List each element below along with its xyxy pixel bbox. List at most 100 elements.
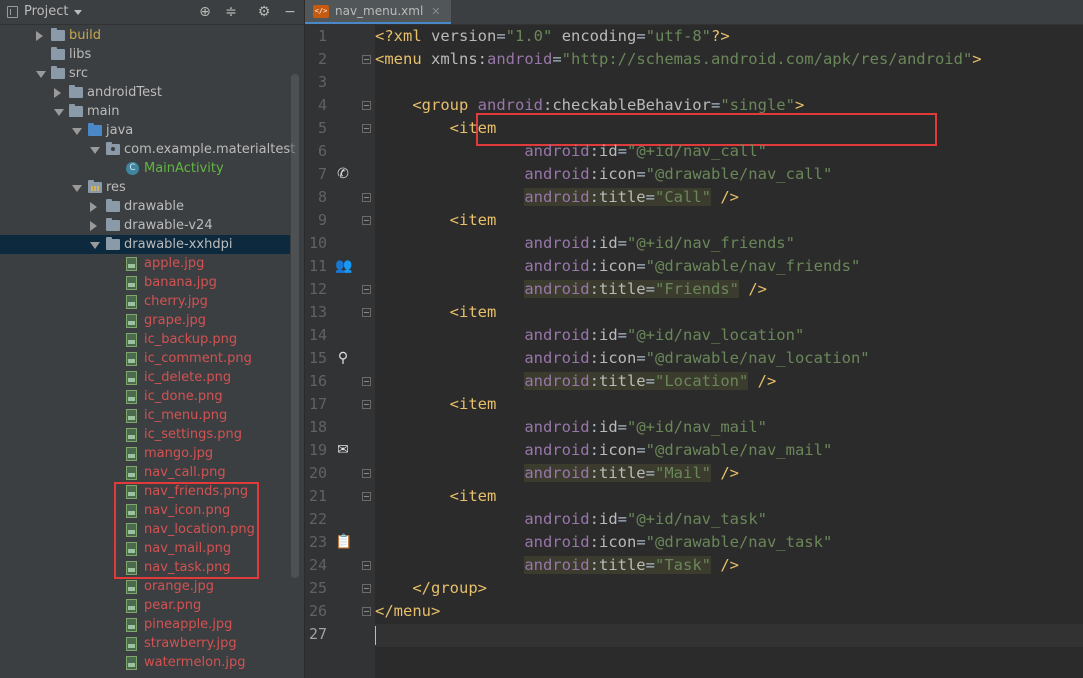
tree-item[interactable]: res: [0, 178, 290, 197]
fold-marker-icon[interactable]: [362, 308, 371, 317]
code-token: id: [598, 142, 618, 160]
line-number: 4: [317, 96, 327, 114]
folder-icon: [106, 218, 120, 231]
line-number: 22: [308, 510, 327, 528]
line-number: 18: [308, 418, 327, 436]
project-view-selector[interactable]: Project: [7, 0, 83, 24]
editor-gutter: 1 2 3 4 5 6 7 ✆ 8 9 10 11 👥 12 13 14 15 ⚲ 16 17 18 19 ✉ 20 21 22 2…: [305, 25, 375, 678]
code-token: :: [589, 418, 599, 436]
tree-item[interactable]: pineapple.jpg: [0, 615, 290, 634]
tree-item[interactable]: ic_delete.png: [0, 368, 290, 387]
close-icon[interactable]: ✕: [431, 5, 440, 18]
tree-item[interactable]: drawable-v24: [0, 216, 290, 235]
hide-icon[interactable]: −: [281, 3, 299, 21]
fold-marker-icon[interactable]: [362, 55, 371, 64]
chevron-down-icon: [74, 9, 83, 15]
tree-item[interactable]: ic_backup.png: [0, 330, 290, 349]
tree-item[interactable]: androidTest: [0, 83, 290, 102]
fold-marker-icon[interactable]: [362, 193, 371, 202]
tree-item-label: ic_settings.png: [144, 427, 242, 442]
fold-marker-icon[interactable]: [362, 492, 371, 501]
code-token: android: [524, 533, 590, 551]
fold-marker-icon[interactable]: [362, 124, 371, 133]
tree-item[interactable]: nav_call.png: [0, 463, 290, 482]
code-area[interactable]: <?xml version="1.0" encoding="utf-8"?> <m…: [375, 25, 1083, 678]
tree-item[interactable]: orange.jpg: [0, 577, 290, 596]
tree-item[interactable]: src: [0, 64, 290, 83]
fold-marker-icon[interactable]: [362, 285, 371, 294]
tree-item-label: orange.jpg: [144, 579, 215, 594]
code-token: =: [710, 96, 721, 114]
tree-item-label: src: [69, 66, 88, 81]
code-line: android:icon="@drawable/nav_call": [375, 163, 832, 186]
tree-item[interactable]: pear.png: [0, 596, 290, 615]
code-token: "@drawable/nav_call": [645, 165, 833, 183]
fold-marker-icon[interactable]: [362, 216, 371, 225]
tree-item[interactable]: drawable: [0, 197, 290, 216]
expanded-arrow-icon[interactable]: [36, 71, 46, 78]
image-file-icon: [126, 371, 137, 385]
tree-item[interactable]: ic_menu.png: [0, 406, 290, 425]
tab-nav-menu-xml[interactable]: </> nav_menu.xml ✕: [305, 0, 451, 24]
code-line: android:icon="@drawable/nav_task": [375, 531, 832, 554]
tree-item[interactable]: libs: [0, 45, 290, 64]
collapse-icon[interactable]: ≑: [222, 3, 240, 21]
fold-marker-icon[interactable]: [362, 584, 371, 593]
gear-icon[interactable]: ⚙: [255, 3, 273, 21]
code-token: id: [598, 234, 618, 252]
line-number: 11: [308, 257, 327, 275]
folder-icon: [106, 199, 120, 212]
expanded-arrow-icon[interactable]: [72, 128, 82, 135]
tree-item[interactable]: mango.jpg: [0, 444, 290, 463]
fold-marker-icon[interactable]: [362, 377, 371, 386]
collapsed-arrow-icon[interactable]: [90, 202, 97, 212]
tree-item[interactable]: build: [0, 26, 290, 45]
location-pin-icon[interactable]: ⚲: [335, 350, 351, 366]
tree-item[interactable]: drawable-xxhdpi: [0, 235, 290, 254]
fold-marker-icon[interactable]: [362, 607, 371, 616]
fold-marker-icon[interactable]: [362, 561, 371, 570]
tree-item[interactable]: cherry.jpg: [0, 292, 290, 311]
fold-marker-icon[interactable]: [362, 400, 371, 409]
code-token: "@drawable/nav_friends": [645, 257, 861, 275]
collapsed-arrow-icon[interactable]: [54, 88, 61, 98]
class-icon: C: [126, 162, 139, 175]
code-token: "@drawable/nav_location": [645, 349, 870, 367]
tree-item-label: main: [87, 104, 120, 119]
tree-item[interactable]: grape.jpg: [0, 311, 290, 330]
tree-item[interactable]: java: [0, 121, 290, 140]
tree-item[interactable]: watermelon.jpg: [0, 653, 290, 672]
expanded-arrow-icon[interactable]: [90, 147, 100, 154]
fold-marker-icon[interactable]: [362, 469, 371, 478]
expanded-arrow-icon[interactable]: [54, 109, 64, 116]
clipboard-icon[interactable]: 📋: [335, 534, 352, 550]
tree-item[interactable]: ic_comment.png: [0, 349, 290, 368]
fold-marker-icon[interactable]: [362, 101, 371, 110]
tree-item[interactable]: ic_settings.png: [0, 425, 290, 444]
tree-item[interactable]: apple.jpg: [0, 254, 290, 273]
collapsed-arrow-icon[interactable]: [36, 31, 43, 41]
expanded-arrow-icon[interactable]: [72, 185, 82, 192]
project-scrollbar[interactable]: [291, 74, 299, 578]
tree-item[interactable]: ic_done.png: [0, 387, 290, 406]
target-icon[interactable]: ⊕: [196, 3, 214, 21]
code-token: =: [636, 533, 646, 551]
code-token: version: [431, 27, 497, 45]
collapsed-arrow-icon[interactable]: [90, 221, 97, 231]
people-icon[interactable]: 👥: [335, 258, 352, 274]
tree-item[interactable]: strawberry.jpg: [0, 634, 290, 653]
phone-icon[interactable]: ✆: [335, 166, 351, 182]
tree-item[interactable]: main: [0, 102, 290, 121]
tree-item-label: MainActivity: [144, 161, 224, 176]
code-line: </group>: [375, 577, 487, 600]
tree-item[interactable]: com.example.materialtest: [0, 140, 295, 159]
tree-item-label: drawable: [124, 199, 185, 214]
code-token: android:title="Friends": [524, 280, 739, 298]
tree-item[interactable]: C MainActivity: [0, 159, 290, 178]
expanded-arrow-icon[interactable]: [90, 242, 100, 249]
mail-icon[interactable]: ✉: [335, 442, 351, 458]
tree-item[interactable]: banana.jpg: [0, 273, 290, 292]
line-number: 3: [317, 73, 327, 91]
